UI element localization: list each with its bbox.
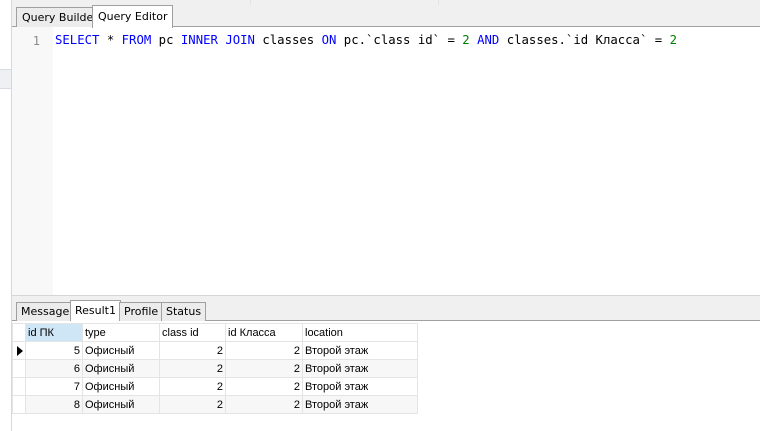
table-row[interactable]: 7 Офисный 2 2 Второй этаж	[12, 377, 418, 396]
cell-id-pk[interactable]: 8	[25, 395, 83, 414]
column-header-id-pk[interactable]: id ПК	[25, 323, 83, 342]
cell-type[interactable]: Офисный	[82, 341, 160, 360]
divider	[438, 0, 439, 5]
sql-token-keyword: INNER	[180, 33, 218, 47]
cell-class-id[interactable]: 2	[159, 341, 226, 360]
tab-query-editor[interactable]: Query Editor	[92, 5, 174, 28]
sql-token-plain	[470, 33, 477, 47]
sql-token-keyword: AND	[477, 33, 500, 47]
result-grid: id ПК type class id id Класса location 5…	[12, 323, 418, 414]
cell-id-klassa[interactable]: 2	[225, 377, 303, 396]
current-row-arrow-icon	[17, 345, 23, 356]
sql-token-plain: *	[99, 33, 122, 47]
cell-class-id[interactable]: 2	[159, 359, 226, 378]
cell-class-id[interactable]: 2	[159, 377, 226, 396]
cell-location[interactable]: Второй этаж	[302, 341, 418, 360]
column-header-type[interactable]: type	[82, 323, 160, 342]
line-number-gutter: 1	[12, 27, 53, 295]
cell-location[interactable]: Второй этаж	[302, 377, 418, 396]
cell-type[interactable]: Офисный	[82, 359, 160, 378]
row-indicator	[12, 377, 26, 396]
tab-query-builder[interactable]: Query Builder	[16, 7, 104, 27]
cell-location[interactable]: Второй этаж	[302, 359, 418, 378]
divider	[250, 0, 251, 5]
sql-token-keyword: SELECT	[55, 33, 100, 47]
sql-editor[interactable]: 1 SELECT * FROM pc INNER JOIN classes ON…	[12, 27, 760, 295]
sql-token-plain: pc.`class id` =	[336, 33, 463, 47]
tab-status[interactable]: Status	[161, 302, 207, 321]
cell-class-id[interactable]: 2	[159, 395, 226, 414]
cell-id-pk[interactable]: 5	[25, 341, 83, 360]
row-indicator	[12, 341, 26, 360]
tab-message[interactable]: Message	[16, 302, 75, 321]
left-panel-marker	[0, 69, 11, 89]
row-indicator	[12, 395, 26, 414]
cell-id-pk[interactable]: 7	[25, 377, 83, 396]
row-indicator-header	[12, 323, 26, 342]
line-number: 1	[32, 34, 40, 48]
cell-type[interactable]: Офисный	[82, 395, 160, 414]
table-row[interactable]: 6 Офисный 2 2 Второй этаж	[12, 359, 418, 378]
cell-id-klassa[interactable]: 2	[225, 395, 303, 414]
result-tab-strip: Message Result1 Profile Status	[12, 299, 760, 321]
sql-token-plain: classes.`id Класса` =	[499, 33, 670, 47]
table-row[interactable]: 5 Офисный 2 2 Второй этаж	[12, 341, 418, 360]
table-row[interactable]: 8 Офисный 2 2 Второй этаж	[12, 395, 418, 414]
cell-location[interactable]: Второй этаж	[302, 395, 418, 414]
tab-profile[interactable]: Profile	[119, 302, 164, 321]
cell-type[interactable]: Офисный	[82, 377, 160, 396]
sql-token-keyword: JOIN	[225, 33, 255, 47]
row-indicator	[12, 359, 26, 378]
left-panel-strip	[0, 0, 12, 431]
sql-token-number: 2	[669, 33, 677, 47]
cell-id-pk[interactable]: 6	[25, 359, 83, 378]
sql-token-plain: pc	[151, 33, 181, 47]
cell-id-klassa[interactable]: 2	[225, 359, 303, 378]
header-row: id ПК type class id id Класса location	[12, 323, 418, 342]
column-header-location[interactable]: location	[302, 323, 418, 342]
cell-id-klassa[interactable]: 2	[225, 341, 303, 360]
editor-tab-strip: Query Builder Query Editor	[12, 0, 760, 28]
sql-code-line[interactable]: SELECT * FROM pc INNER JOIN classes ON p…	[55, 33, 677, 47]
sql-token-keyword: ON	[321, 33, 337, 47]
column-header-class-id[interactable]: class id	[159, 323, 226, 342]
column-header-id-klassa[interactable]: id Класса	[225, 323, 303, 342]
tab-result1[interactable]: Result1	[70, 300, 121, 321]
sql-token-number: 2	[462, 33, 470, 47]
sql-token-plain: classes	[254, 33, 322, 47]
sql-token-keyword: FROM	[121, 33, 152, 47]
result-grid-area: id ПК type class id id Класса location 5…	[12, 321, 760, 431]
